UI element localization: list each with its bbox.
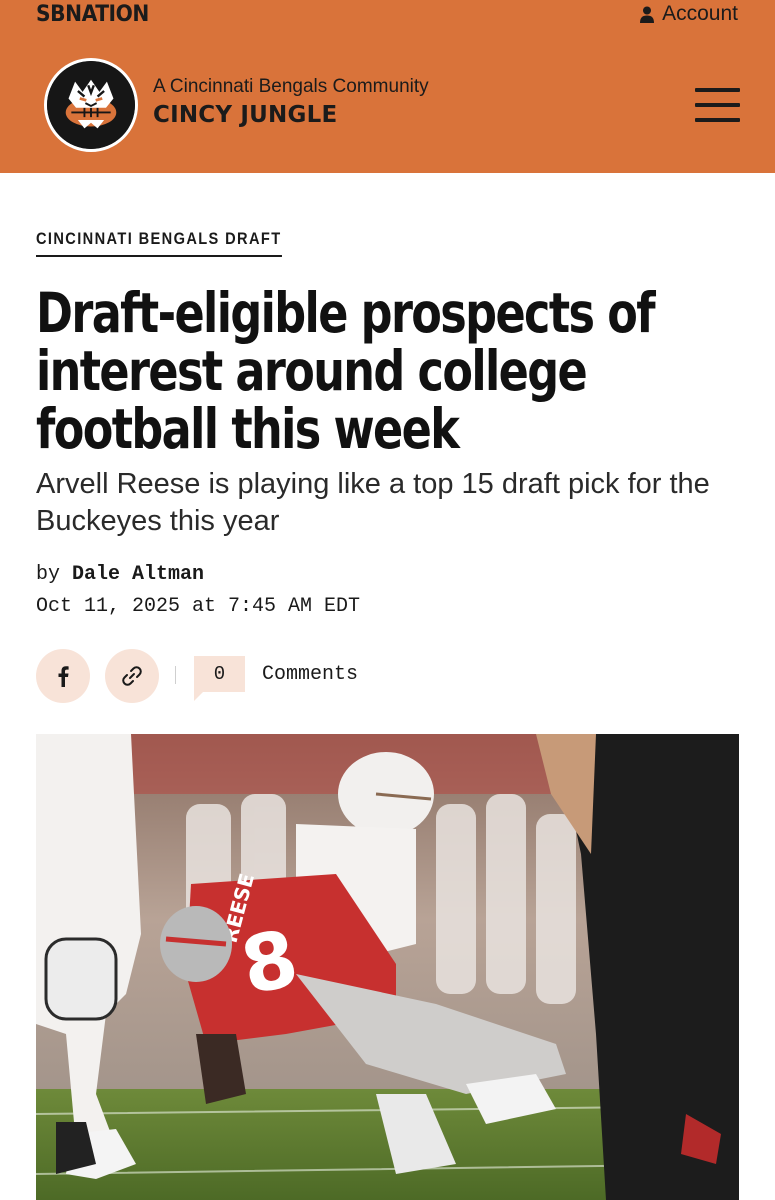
article-subheadline: Arvell Reese is playing like a top 15 dr… xyxy=(36,468,710,537)
share-divider xyxy=(175,666,176,684)
hamburger-menu-icon[interactable] xyxy=(695,88,740,122)
publish-date: Oct 11, 2025 at 7:45 AM EDT xyxy=(36,595,361,618)
account-button[interactable]: Account xyxy=(640,2,738,26)
user-icon xyxy=(640,6,655,23)
community-tagline: A Cincinnati Bengals Community xyxy=(153,76,429,97)
football-tackle-photo: 8 REESE xyxy=(36,734,739,1200)
comment-count: 0 xyxy=(213,663,226,685)
facebook-icon xyxy=(58,666,69,687)
comment-count-badge[interactable]: 0 xyxy=(194,656,245,701)
copy-link-button[interactable] xyxy=(105,649,159,703)
link-icon xyxy=(122,666,142,686)
article-hero-image: 8 REESE xyxy=(36,734,739,1200)
article-headline: Draft-eligible prospects of interest aro… xyxy=(36,281,656,461)
account-label: Account xyxy=(662,2,738,25)
category-link[interactable]: CINCINNATI BENGALS DRAFT xyxy=(36,229,282,257)
author-link[interactable]: Dale Altman xyxy=(72,563,204,586)
site-name[interactable]: CINCY JUNGLE xyxy=(153,102,337,128)
cincy-jungle-logo[interactable] xyxy=(44,58,138,152)
byline: by Dale Altman xyxy=(36,563,204,586)
by-label: by xyxy=(36,563,61,586)
site-header: SBNATION Account A Cincinnati Bengals Co… xyxy=(0,0,775,173)
tiger-football-icon xyxy=(47,61,135,149)
sbnation-logo[interactable]: SBNATION xyxy=(36,2,149,27)
comments-link[interactable]: Comments xyxy=(262,663,358,686)
share-facebook-button[interactable] xyxy=(36,649,90,703)
